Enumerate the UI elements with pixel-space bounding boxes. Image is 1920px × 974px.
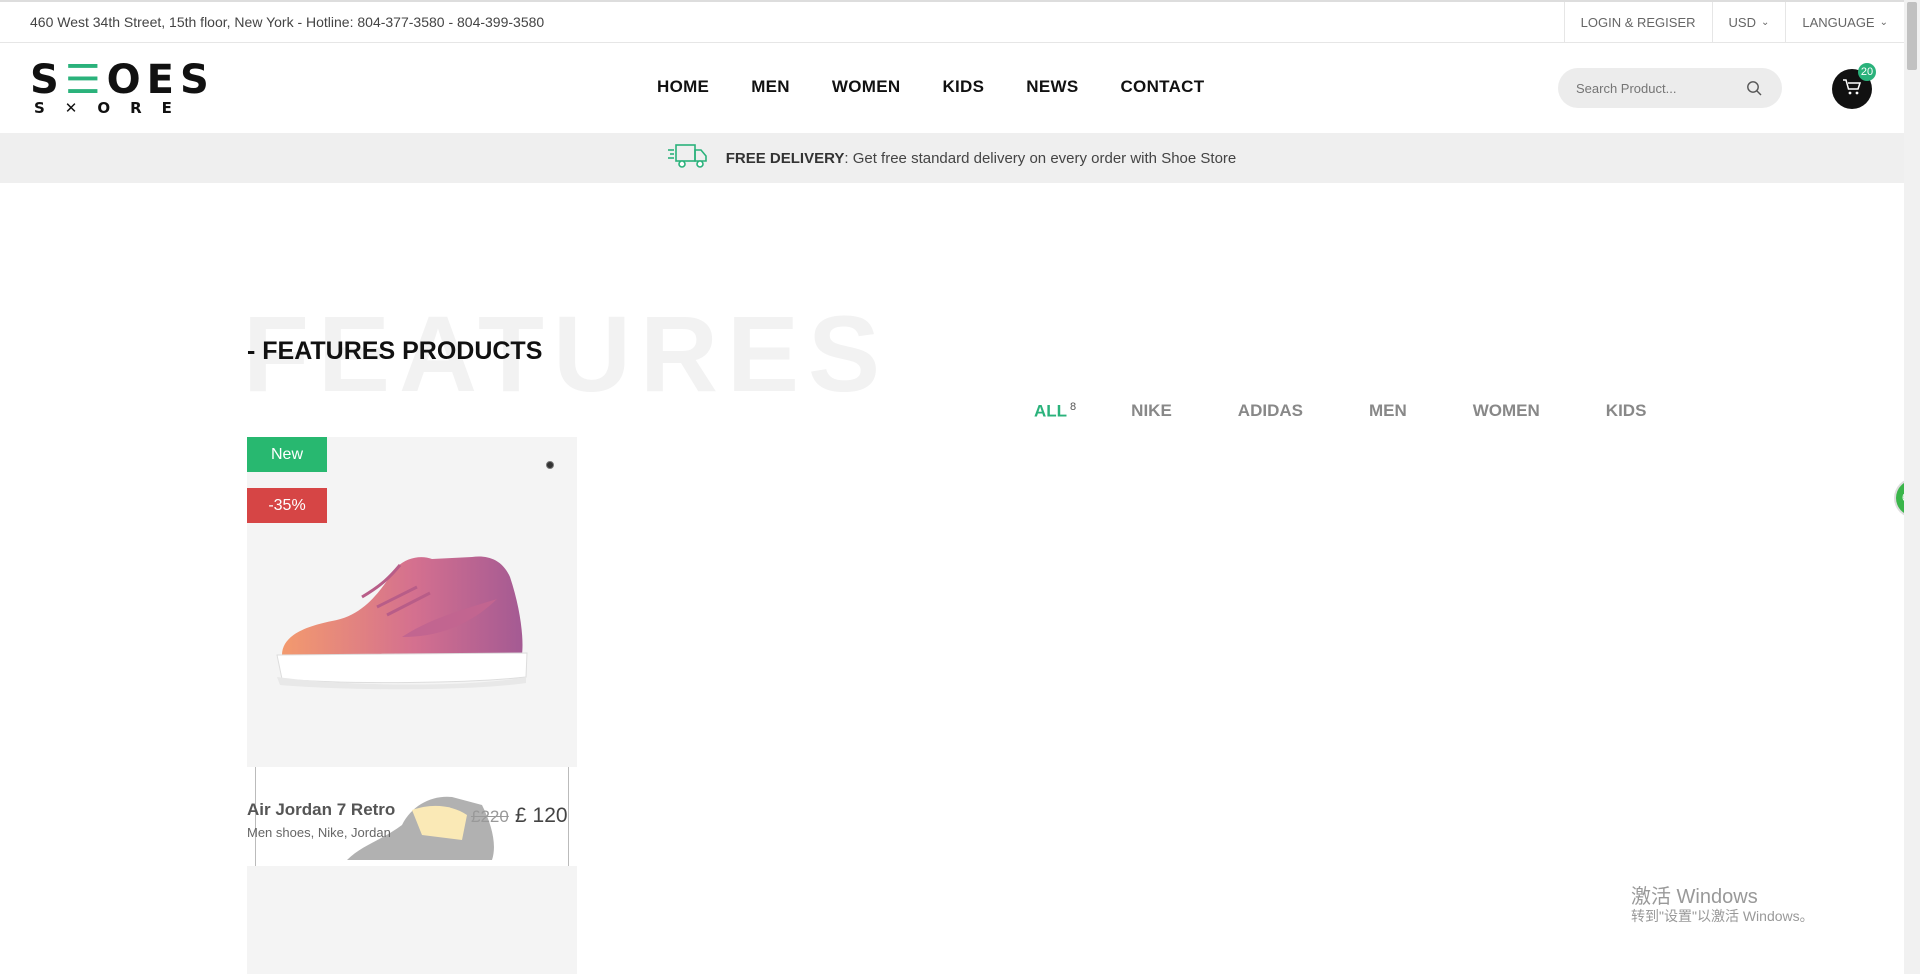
- filter-kids[interactable]: KIDS: [1606, 401, 1647, 422]
- product-card[interactable]: [247, 866, 577, 974]
- nav-men[interactable]: MEN: [751, 77, 790, 97]
- product-filter-tabs: ALL 8 NIKE ADIDAS MEN WOMEN KIDS: [1034, 401, 1646, 422]
- top-bar: 460 West 34th Street, 15th floor, New Yo…: [0, 0, 1904, 43]
- scrollbar-thumb[interactable]: [1907, 2, 1917, 70]
- filter-men[interactable]: MEN: [1369, 401, 1407, 422]
- product-info: Air Jordan 7 Retro Men shoes, Nike, Jord…: [247, 767, 577, 897]
- cart-icon: [1842, 78, 1862, 101]
- logo-line-1: S☰OES: [30, 57, 215, 103]
- nav-kids[interactable]: KIDS: [942, 77, 984, 97]
- free-delivery-banner: FREE DELIVERY : Get free standard delive…: [0, 133, 1904, 183]
- product-categories: Men shoes, Nike, Jordan: [247, 825, 391, 840]
- main-nav: HOME MEN WOMEN KIDS NEWS CONTACT: [657, 77, 1246, 97]
- current-price: £ 120: [515, 804, 568, 827]
- product-card[interactable]: New -35%: [247, 437, 577, 767]
- nav-home[interactable]: HOME: [657, 77, 709, 97]
- chevron-down-icon: ⌄: [1879, 16, 1888, 28]
- delivery-label: FREE DELIVERY: [725, 149, 845, 167]
- search-box: [1558, 68, 1782, 108]
- filter-nike[interactable]: NIKE: [1131, 401, 1172, 422]
- language-dropdown[interactable]: LANGUAGE ⌄: [1785, 2, 1904, 42]
- search-icon[interactable]: [1746, 80, 1762, 96]
- new-badge: New: [247, 437, 327, 472]
- shoes-store-logo[interactable]: S☰OES S✕ORE: [30, 57, 215, 118]
- chevron-down-icon: ⌄: [1760, 16, 1770, 28]
- windows-activation-title: 激活 Windows: [1631, 886, 1758, 908]
- section-title: - FEATURES PRODUCTS: [247, 337, 543, 365]
- cart-count-badge: 20: [1858, 63, 1876, 81]
- top-bar-actions: LOGIN & REGISER USD ⌄ LANGUAGE ⌄: [1563, 2, 1904, 42]
- discount-badge: -35%: [247, 488, 327, 523]
- search-input[interactable]: [1576, 80, 1746, 96]
- login-register-link[interactable]: LOGIN & REGISER: [1563, 2, 1712, 42]
- cart-button[interactable]: 20: [1832, 63, 1876, 109]
- address-hotline: 460 West 34th Street, 15th floor, New Yo…: [30, 14, 545, 30]
- main-header: S☰OES S✕ORE HOME MEN WOMEN KIDS NEWS CON…: [0, 43, 1904, 133]
- currency-label: USD: [1728, 14, 1756, 30]
- filter-adidas[interactable]: ADIDAS: [1238, 401, 1303, 422]
- product-image[interactable]: [272, 537, 552, 702]
- nav-women[interactable]: WOMEN: [832, 77, 901, 97]
- logo-line-2: S✕ORE: [34, 99, 192, 117]
- windows-activation-hint: 转到"设置"以激活 Windows。: [1631, 908, 1814, 924]
- quick-view-dot[interactable]: [546, 461, 554, 469]
- delivery-truck-icon: [667, 142, 708, 174]
- delivery-text: : Get free standard delivery on every or…: [844, 149, 1237, 167]
- nav-contact[interactable]: CONTACT: [1120, 77, 1204, 97]
- product-name[interactable]: Air Jordan 7 Retro: [247, 800, 395, 820]
- filter-women[interactable]: WOMEN: [1473, 401, 1540, 422]
- old-price: £220: [471, 807, 509, 826]
- filter-all[interactable]: ALL 8: [1034, 401, 1076, 422]
- currency-dropdown[interactable]: USD ⌄: [1711, 2, 1786, 42]
- filter-all-count: 8: [1070, 401, 1077, 413]
- page-scrollbar[interactable]: [1904, 0, 1920, 974]
- language-label: LANGUAGE: [1802, 14, 1875, 30]
- nav-news[interactable]: NEWS: [1026, 77, 1078, 97]
